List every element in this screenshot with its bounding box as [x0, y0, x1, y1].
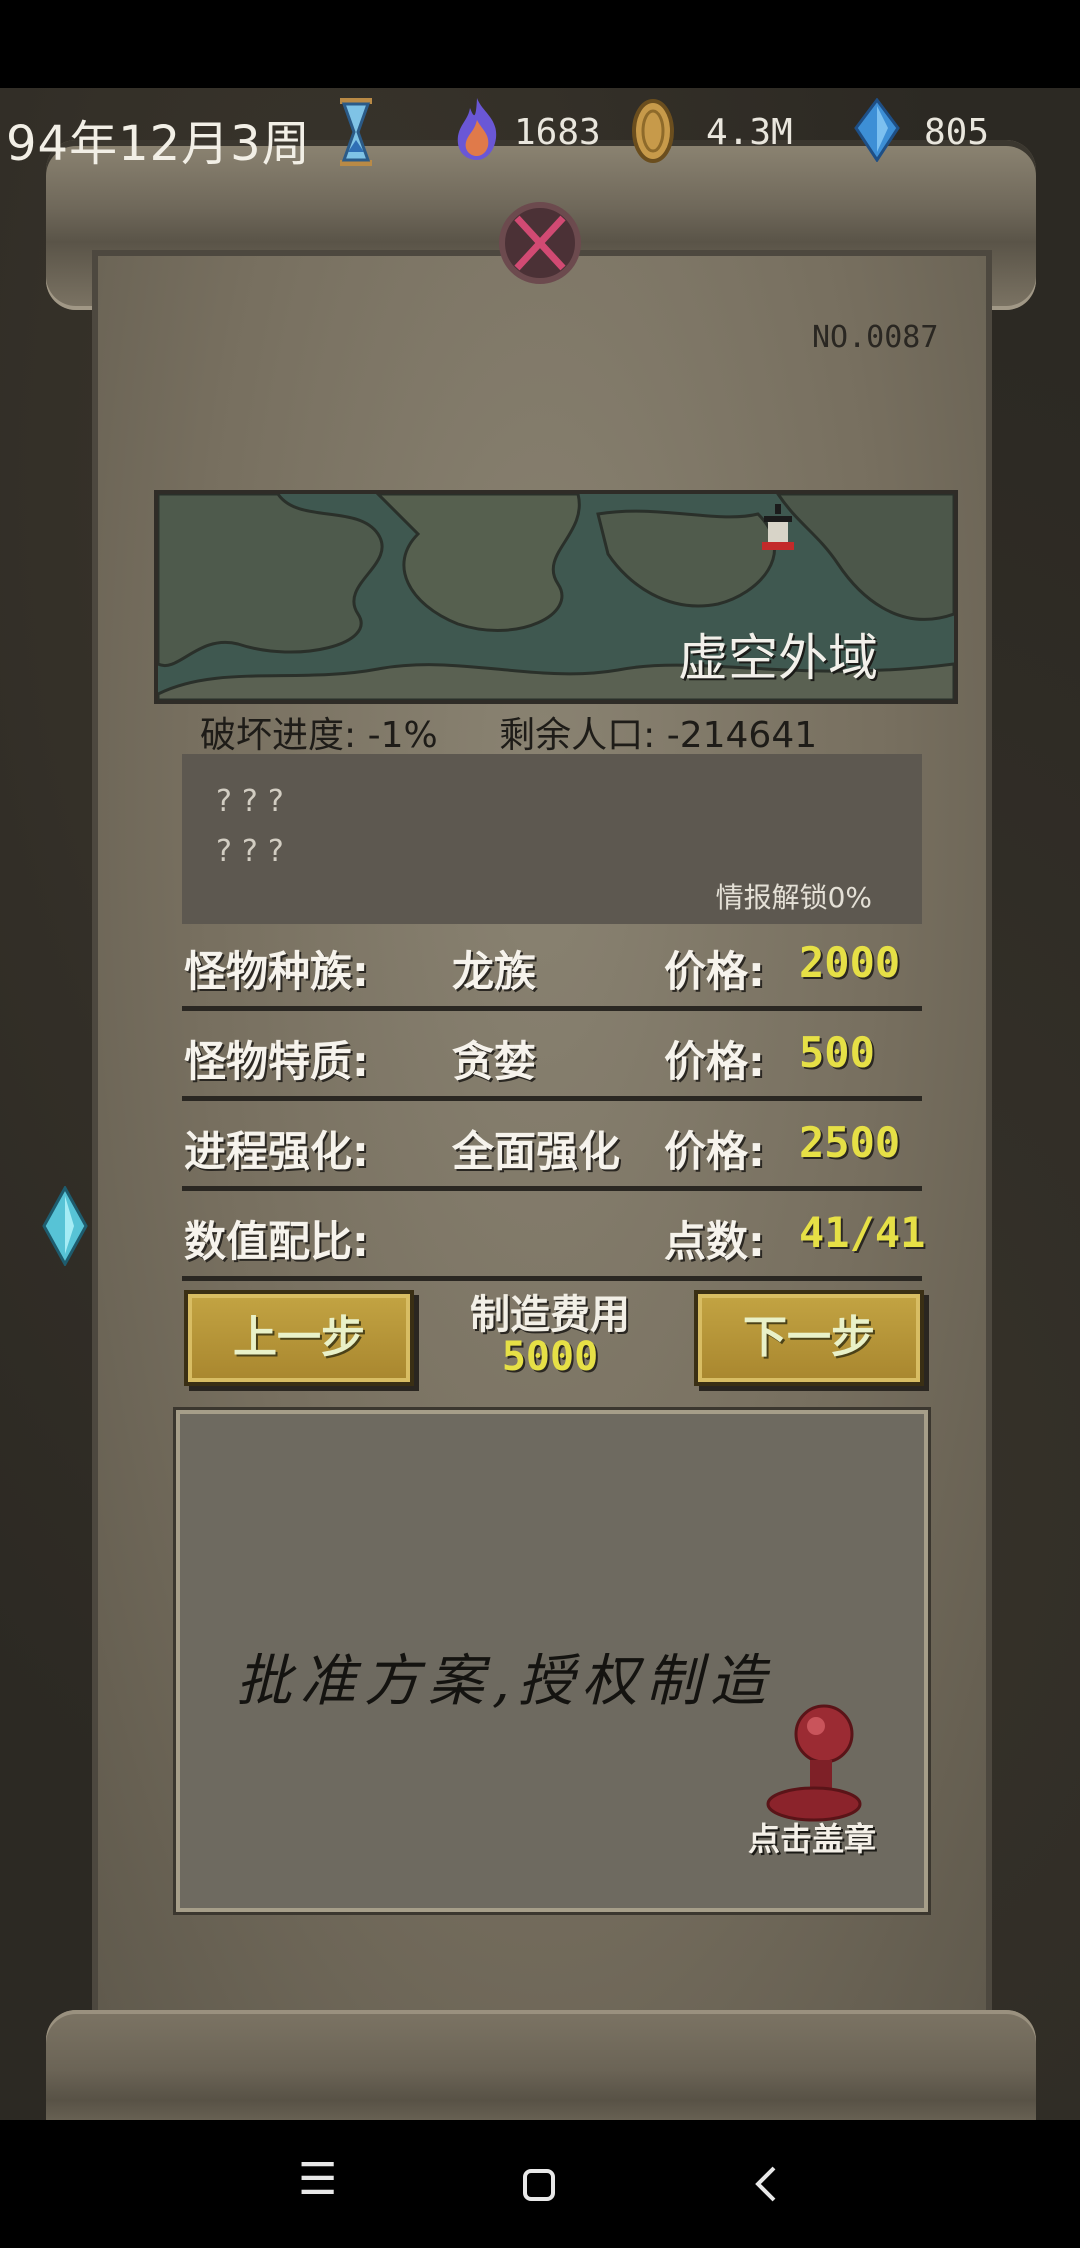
previous-step-button[interactable]: 上一步 [184, 1290, 414, 1386]
serial-number: NO.0087 [812, 320, 939, 355]
row-label: 怪物特质: [184, 1037, 369, 1086]
status-bar [0, 0, 1080, 88]
row-monster-race[interactable]: 怪物种族: 龙族 价格: 2000 [182, 926, 922, 1011]
row-monster-trait[interactable]: 怪物特质: 贪婪 价格: 500 [182, 1016, 922, 1101]
row-points: 41/41 [799, 1208, 926, 1257]
build-cost-label: 制造费用 [470, 1292, 630, 1338]
flame-icon [457, 98, 497, 160]
row-price: 2000 [799, 938, 901, 987]
crossed-seal-icon [499, 202, 581, 284]
crystal-icon [854, 98, 900, 162]
row-stat-allocation[interactable]: 数值配比: 点数: 41/41 [182, 1196, 926, 1281]
approve-text: 批准方案,授权制造 [236, 1649, 774, 1714]
coin-icon [632, 99, 674, 163]
row-process-enhance[interactable]: 进程强化: 全面强化 价格: 2500 [182, 1106, 922, 1191]
region-stats: 破坏进度: -1% 剩余人口: -214641 [200, 706, 867, 758]
row-value[interactable]: 龙族 [452, 938, 536, 999]
next-step-button[interactable]: 下一步 [694, 1290, 924, 1386]
stamp-label: 点击盖章 [748, 1820, 877, 1858]
flame-count: 1683 [514, 112, 601, 153]
back-nav-icon[interactable] [752, 2164, 778, 2204]
menu-nav-icon[interactable]: ☰ [298, 2154, 337, 2205]
row-price-label: 价格: [664, 1127, 765, 1176]
row-label: 数值配比: [184, 1217, 369, 1266]
region-name: 虚空外域 [678, 629, 878, 687]
intel-line-1: ??? [216, 784, 294, 819]
side-crystal-icon[interactable] [42, 1186, 88, 1266]
home-nav-icon[interactable] [522, 2168, 556, 2202]
approve-panel[interactable]: 批准方案,授权制造 点击盖章 [176, 1410, 928, 1912]
intel-panel: ??? ??? 情报解锁0% [182, 754, 922, 924]
destruction-progress: 破坏进度: -1% [200, 715, 438, 756]
row-label: 怪物种族: [184, 947, 369, 996]
tower-marker-icon[interactable] [758, 504, 798, 554]
row-price: 500 [799, 1028, 875, 1077]
intel-unlock-progress: 情报解锁0% [715, 881, 872, 914]
resource-bar: 94年12月3周 1683 4.3M 805 [0, 92, 1080, 176]
row-price-label: 价格: [664, 947, 765, 996]
row-points-label: 点数: [664, 1217, 765, 1266]
stamp-icon[interactable] [762, 1704, 872, 1824]
coin-count: 4.3M [706, 112, 793, 153]
system-nav-bar: ☰ [0, 2120, 1080, 2248]
row-price: 2500 [799, 1118, 901, 1167]
row-price-label: 价格: [664, 1037, 765, 1086]
crystal-count: 805 [924, 112, 990, 153]
remaining-population: 剩余人口: -214641 [499, 715, 818, 756]
row-label: 进程强化: [184, 1127, 369, 1176]
row-value[interactable]: 贪婪 [452, 1028, 536, 1089]
region-map[interactable]: 虚空外域 [154, 490, 958, 704]
game-date: 94年12月3周 [6, 116, 311, 172]
hourglass-icon[interactable] [336, 96, 376, 168]
intel-line-2: ??? [216, 834, 294, 869]
row-value[interactable]: 全面强化 [452, 1118, 620, 1179]
build-cost-value: 5000 [501, 1334, 599, 1380]
